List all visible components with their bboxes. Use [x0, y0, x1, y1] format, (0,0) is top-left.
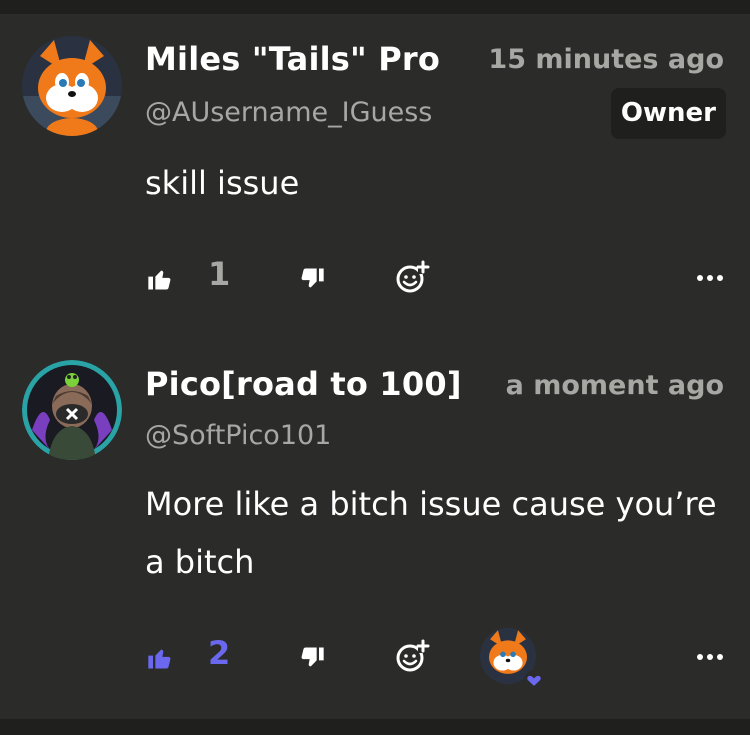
comment-text: More like a bitch issue cause you’re a b…	[145, 485, 717, 581]
comment-text: skill issue	[145, 164, 300, 202]
add-reaction-icon[interactable]	[390, 255, 434, 299]
thumbs-down-icon[interactable]	[292, 638, 332, 678]
comment-time: a moment ago	[505, 370, 724, 401]
owner-badge: Owner	[610, 88, 726, 139]
comment-time: 15 minutes ago	[488, 44, 724, 75]
more-options-icon[interactable]	[690, 642, 730, 672]
fox-avatar-icon[interactable]	[22, 36, 122, 136]
creator-heart	[480, 628, 544, 690]
bottom-edge	[0, 719, 750, 735]
display-name[interactable]: Miles "Tails" Pro	[145, 40, 457, 78]
user-handle[interactable]: @SoftPico101	[145, 420, 331, 451]
like-count: 2	[208, 634, 231, 672]
add-reaction-icon[interactable]	[390, 634, 434, 678]
heart-icon	[524, 670, 544, 690]
user-handle[interactable]: @AUsername_IGuess	[145, 97, 432, 128]
more-options-icon[interactable]	[690, 263, 730, 293]
top-edge	[0, 0, 750, 14]
like-count: 1	[208, 255, 231, 293]
thumbs-down-icon[interactable]	[292, 259, 332, 299]
thumbs-up-icon[interactable]	[140, 259, 180, 299]
comment-actions: 1	[0, 251, 750, 301]
comment: Miles "Tails" Pro 15 minutes ago @AUsern…	[0, 14, 750, 319]
hooded-character-avatar-icon[interactable]	[22, 360, 122, 460]
comment: Pico[road to 100] a moment ago @SoftPico…	[0, 340, 750, 719]
thumbs-up-icon[interactable]	[140, 638, 180, 678]
comment-actions: 2	[0, 628, 750, 690]
display-name[interactable]: Pico[road to 100]	[145, 365, 471, 403]
